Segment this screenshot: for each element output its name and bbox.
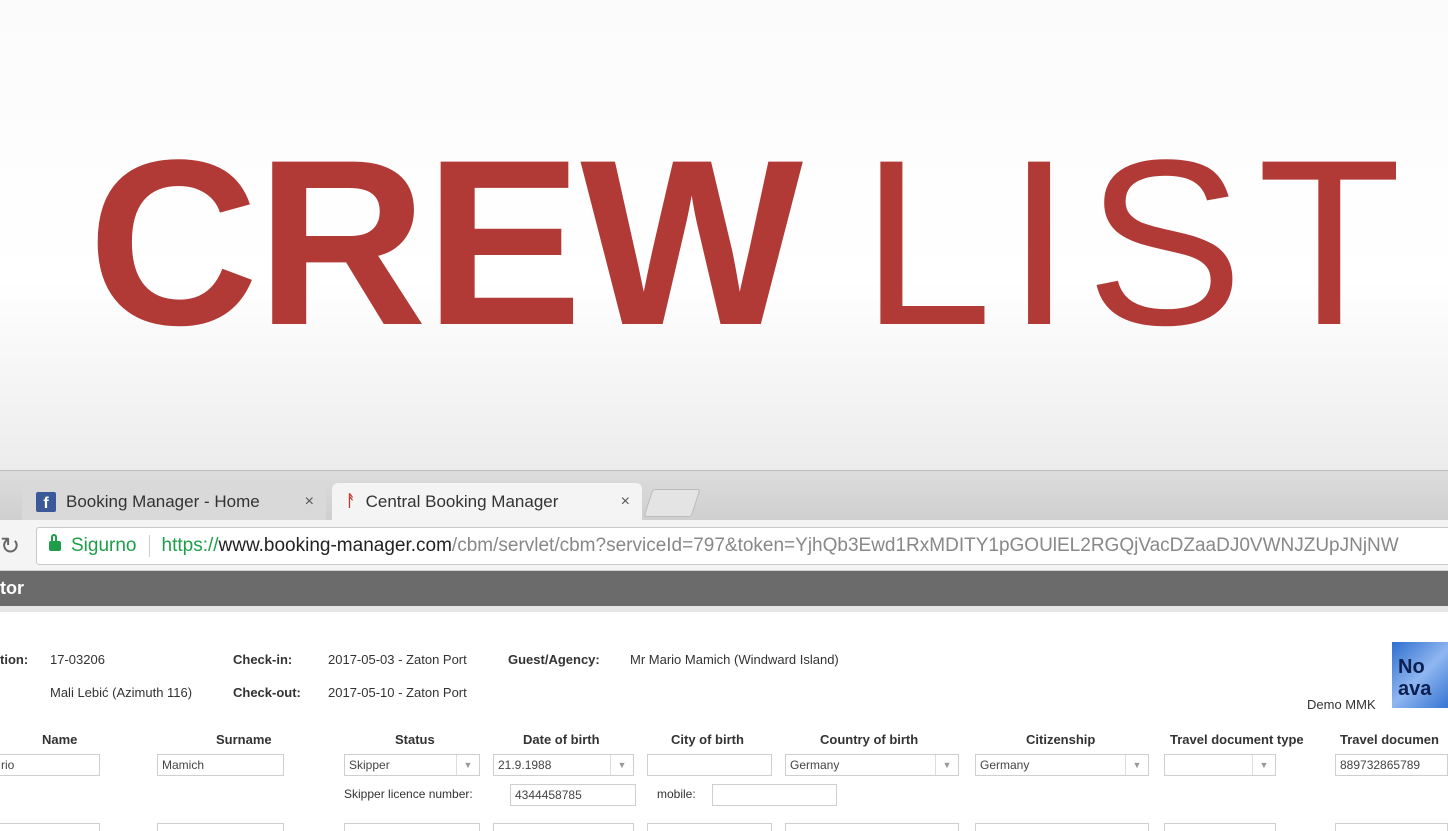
surname-input[interactable] <box>157 823 284 831</box>
country-birth-select[interactable] <box>785 823 959 831</box>
city-birth-input[interactable] <box>647 823 772 831</box>
name-input[interactable]: rio <box>0 754 100 776</box>
citizenship-select[interactable]: Germany ▼ <box>975 754 1149 776</box>
dob-value: 21.9.1988 <box>498 758 552 772</box>
company-logo: No ava <box>1392 642 1448 708</box>
surname-input[interactable]: Mamich <box>157 754 284 776</box>
url-path: /cbm/servlet/cbm?serviceId=797&token=Yjh… <box>451 535 1399 556</box>
chevron-down-icon: ▼ <box>456 755 479 775</box>
col-status: Status <box>395 732 435 747</box>
doc-type-select[interactable]: ▼ <box>1164 754 1276 776</box>
hero-title-light: LIST <box>861 111 1416 375</box>
guest-value: Mr Mario Mamich (Windward Island) <box>630 652 839 667</box>
col-doc-type: Travel document type <box>1170 732 1304 747</box>
close-icon[interactable]: × <box>305 493 314 511</box>
dob-input[interactable]: 21.9.1988 ▼ <box>493 754 634 776</box>
tab-label: Central Booking Manager <box>365 492 559 511</box>
close-icon[interactable]: × <box>621 493 630 511</box>
citizenship-select[interactable] <box>975 823 1149 831</box>
name-input[interactable] <box>0 823 100 831</box>
reload-icon[interactable]: ↻ <box>0 532 20 561</box>
hero-title-bold: CREW <box>88 111 803 375</box>
tab-booking-manager-home[interactable]: f Booking Manager - Home × <box>22 483 326 521</box>
status-value: Skipper <box>349 758 390 772</box>
separator <box>148 535 150 557</box>
mobile-label: mobile: <box>657 787 696 801</box>
chevron-down-icon: ▼ <box>1125 755 1148 775</box>
col-country-birth: Country of birth <box>820 732 919 747</box>
checkin-label: Check-in: <box>233 652 293 667</box>
status-select[interactable]: Skipper ▼ <box>344 754 480 776</box>
app-header-title: tor <box>0 578 24 598</box>
company-label: Demo MMK <box>1307 697 1376 712</box>
doc-number-input[interactable]: 889732865789 <box>1335 754 1448 776</box>
dob-input[interactable] <box>493 823 634 831</box>
checkin-value: 2017-05-03 - Zaton Port <box>328 652 467 667</box>
guest-label: Guest/Agency: <box>508 652 600 667</box>
reservation-label: tion: <box>0 652 29 667</box>
tab-central-booking-manager[interactable]: ᚨ Central Booking Manager × <box>332 483 642 521</box>
col-citizenship: Citizenship <box>1026 732 1096 747</box>
url-host: www.booking-manager.com <box>218 535 452 556</box>
new-tab-button[interactable] <box>643 489 701 517</box>
skipper-licence-label: Skipper licence number: <box>344 787 473 801</box>
col-city-birth: City of birth <box>671 732 744 747</box>
chevron-down-icon: ▼ <box>1252 755 1275 775</box>
col-name: Name <box>42 732 78 747</box>
url-input[interactable]: Sigurno https://www.booking-manager.com /… <box>36 527 1448 565</box>
chevron-down-icon: ▼ <box>935 755 958 775</box>
mobile-input[interactable] <box>712 784 837 806</box>
hero-title: CREW LIST <box>88 118 1415 368</box>
secure-label: Sigurno <box>71 535 137 556</box>
hero-banner: CREW LIST <box>0 0 1448 470</box>
col-dob: Date of birth <box>523 732 600 747</box>
facebook-icon: f <box>36 492 56 512</box>
doc-type-select[interactable] <box>1164 823 1276 831</box>
lock-icon <box>49 534 61 551</box>
checkout-value: 2017-05-10 - Zaton Port <box>328 685 467 700</box>
citizenship-value: Germany <box>980 758 1030 772</box>
status-select[interactable] <box>344 823 480 831</box>
url-scheme: https:// <box>161 535 219 556</box>
col-surname: Surname <box>216 732 272 747</box>
city-birth-input[interactable] <box>647 754 772 776</box>
address-bar: ↻ Sigurno https://www.booking-manager.co… <box>0 520 1448 571</box>
col-doc-number: Travel documen <box>1340 732 1439 747</box>
skipper-licence-input[interactable]: 4344458785 <box>510 784 636 806</box>
reservation-value: 17-03206 <box>50 652 105 667</box>
country-birth-value: Germany <box>790 758 840 772</box>
yacht-value: Mali Lebić (Azimuth 116) <box>50 685 193 700</box>
doc-number-input[interactable] <box>1335 823 1448 831</box>
country-birth-select[interactable]: Germany ▼ <box>785 754 959 776</box>
booking-manager-icon: ᚨ <box>346 493 356 510</box>
browser-tabstrip: f Booking Manager - Home × ᚨ Central Boo… <box>0 470 1448 521</box>
tab-label: Booking Manager - Home <box>66 492 260 511</box>
app-header: tor <box>0 571 1448 606</box>
crew-list-form: tion: 17-03206 Mali Lebić (Azimuth 116) … <box>0 606 1448 831</box>
checkout-label: Check-out: <box>233 685 301 700</box>
chevron-down-icon: ▼ <box>610 755 633 775</box>
